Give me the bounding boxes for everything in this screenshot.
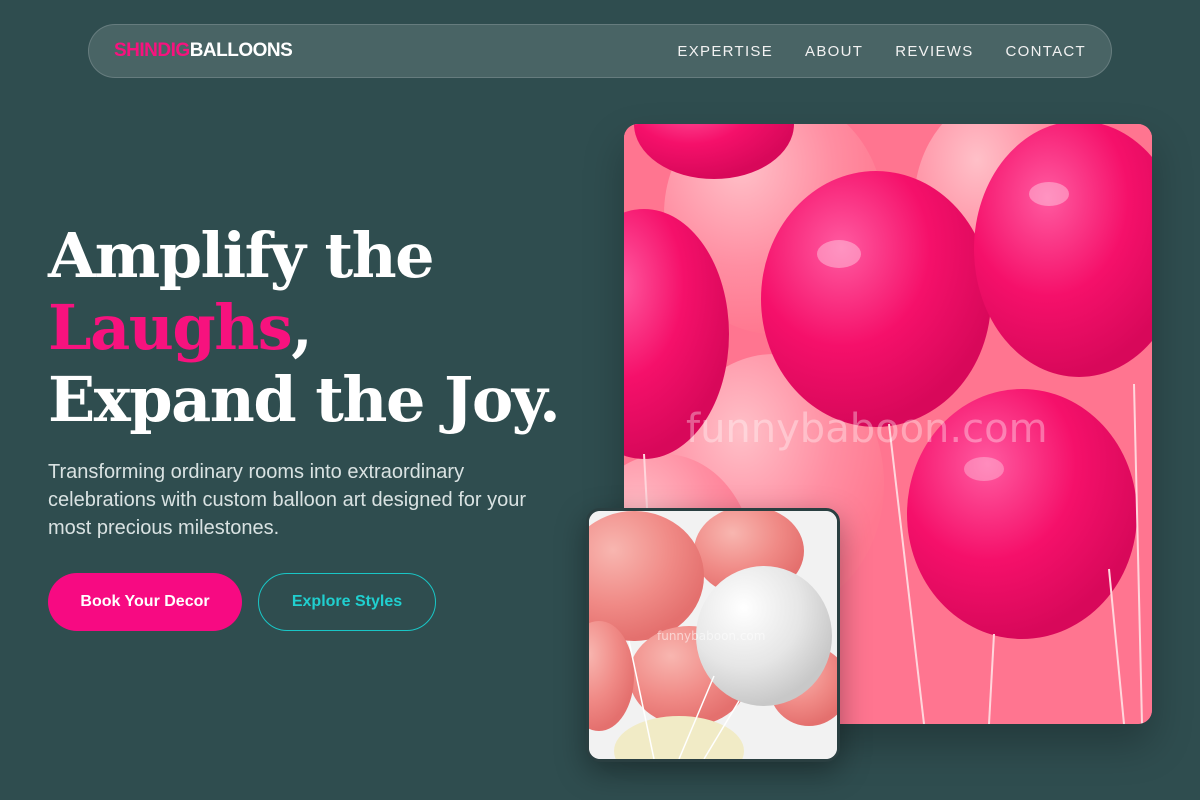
page: SHINDIG BALLOONS EXPERTISE ABOUT REVIEWS… (0, 0, 1200, 800)
image-watermark: funnybaboon.com (686, 406, 1048, 452)
nav-link-contact[interactable]: CONTACT (1006, 43, 1086, 60)
hero-headline: Amplify the Laughs, Expand the Joy. (48, 220, 608, 436)
explore-styles-button[interactable]: Explore Styles (258, 573, 436, 631)
secondary-balloon-image: funnybaboon.com (586, 508, 840, 762)
nav-link-about[interactable]: ABOUT (805, 43, 863, 60)
headline-line3: Expand the Joy. (48, 363, 561, 436)
brand-logo[interactable]: SHINDIG BALLOONS (114, 40, 293, 62)
top-navbar: SHINDIG BALLOONS EXPERTISE ABOUT REVIEWS… (88, 24, 1112, 78)
headline-comma: , (291, 291, 313, 364)
brand-name-part2: BALLOONS (189, 40, 293, 61)
nav-menu: EXPERTISE ABOUT REVIEWS CONTACT (677, 43, 1086, 60)
hero-subtitle: Transforming ordinary rooms into extraor… (48, 461, 527, 539)
book-decor-button[interactable]: Book Your Decor (48, 573, 242, 631)
nav-link-reviews[interactable]: REVIEWS (895, 43, 973, 60)
brand-name-part1: SHINDIG (114, 40, 190, 61)
small-image-watermark: funnybaboon.com (657, 629, 766, 643)
nav-link-expertise[interactable]: EXPERTISE (677, 43, 773, 60)
headline-line1: Amplify the (48, 219, 435, 292)
headline-highlight: Laughs (48, 291, 293, 364)
